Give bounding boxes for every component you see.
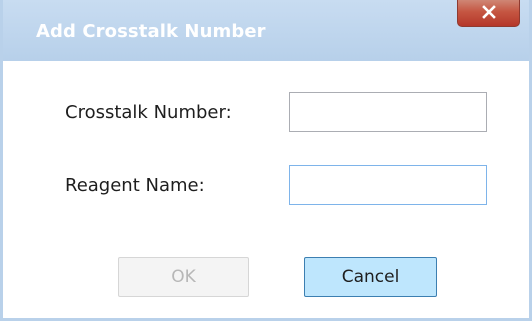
ok-button[interactable]: OK — [118, 257, 249, 297]
close-button[interactable] — [457, 0, 520, 27]
reagent-name-input[interactable] — [289, 165, 487, 205]
crosstalk-number-label: Crosstalk Number: — [65, 102, 232, 123]
cancel-button[interactable]: Cancel — [304, 257, 437, 297]
add-crosstalk-number-dialog: Add Crosstalk Number Crosstalk Number: R… — [0, 0, 532, 321]
title-bar[interactable]: Add Crosstalk Number — [3, 0, 529, 61]
dialog-title: Add Crosstalk Number — [36, 21, 266, 42]
crosstalk-number-input[interactable] — [289, 92, 487, 132]
close-icon — [481, 5, 496, 19]
reagent-name-label: Reagent Name: — [65, 175, 205, 196]
